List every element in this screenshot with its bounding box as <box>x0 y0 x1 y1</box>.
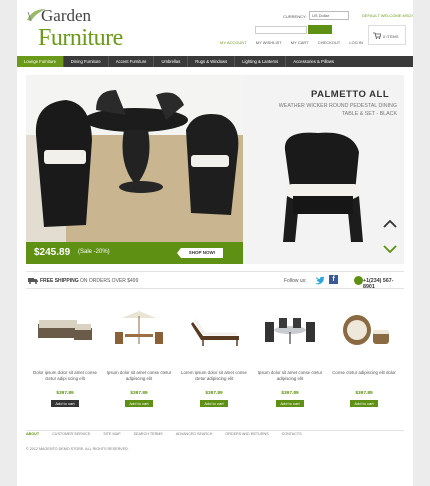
product-card: Conse ctetur adipiscing elit dolor $397.… <box>329 308 399 408</box>
top-link-checkout[interactable]: CHECKOUT <box>318 40 340 45</box>
footer-link-advanced-search[interactable]: ADVANCED SEARCH <box>176 432 213 436</box>
nav-item-lighting[interactable]: Lighting & Lanterns <box>235 56 287 67</box>
product-card: Lorem ipsum dolor sit amet conse ctetur … <box>179 308 249 408</box>
add-to-cart-button[interactable]: Add to cart <box>51 400 79 407</box>
footer-link-search-terms[interactable]: SEARCH TERMS <box>134 432 163 436</box>
hero-price: $245.89 <box>34 247 71 258</box>
nav-item-accessories[interactable]: Accessories & Pillows <box>286 56 341 67</box>
search-input[interactable] <box>255 26 307 34</box>
hero-sale-label: (Sale -20%) <box>78 249 110 255</box>
hero-subtitle: WEATHER WICKER ROUND PEDESTAL DINING TAB… <box>278 103 397 117</box>
product-description: Ipsum dolor sit amet conse ctetur adipis… <box>257 370 323 381</box>
nav-item-accent[interactable]: Accent Furniture <box>109 56 155 67</box>
add-to-cart-button[interactable]: Add to cart <box>276 400 304 407</box>
top-link-my-account[interactable]: MY ACCOUNT <box>220 40 247 45</box>
product-card: Ipsum dolor sit amet conse ctetur adipis… <box>255 308 325 408</box>
follow-us-label: Follow us: <box>284 278 307 284</box>
page: Garden Furniture CURRENCY: US Dollar DEF… <box>17 0 413 486</box>
info-bar: FREE SHIPPING ON ORDERS OVER $499 Follow… <box>26 271 404 290</box>
product-description: Dolor ipsum dolor sit amet conse ctetur … <box>33 370 97 381</box>
twitter-icon[interactable] <box>314 275 325 286</box>
top-link-cart[interactable]: MY CART <box>291 40 309 45</box>
add-to-cart-button[interactable]: Add to cart <box>125 400 153 407</box>
logo-line-2[interactable]: Furniture <box>38 25 123 52</box>
hero-price-band: $245.89 (Sale -20%) SHOP NOW! <box>26 242 243 264</box>
chevron-down-icon[interactable] <box>383 245 397 254</box>
cart-items-count: 0 ITEMS <box>383 34 399 39</box>
footer-link-orders-returns[interactable]: ORDERS AND RETURNS <box>225 432 268 436</box>
product-price: $397.89 <box>355 391 373 396</box>
footer-link-site-map[interactable]: SITE MAP <box>103 432 120 436</box>
add-to-cart-button[interactable]: Add to cart <box>350 400 378 407</box>
shop-now-button[interactable]: SHOP NOW! <box>177 248 223 258</box>
hero-dining-set-image <box>26 75 243 264</box>
footer-link-about[interactable]: ABOUT <box>26 432 39 436</box>
product-price: $397.89 <box>130 391 148 396</box>
currency-label: CURRENCY: <box>283 14 307 19</box>
product-description: Ipsum dolor sit amet conse ctetur adipis… <box>106 370 172 381</box>
product-image-patio-dining-set[interactable] <box>259 308 321 350</box>
welcome-message: DEFAULT WELCOME MSG! <box>362 13 413 18</box>
footer-links: ABOUT CUSTOMER SERVICE SITE MAP SEARCH T… <box>26 430 404 436</box>
add-to-cart-button[interactable]: Add to cart <box>200 400 228 407</box>
nav-item-dining[interactable]: Dining Furniture <box>64 56 109 67</box>
cart-icon <box>373 32 381 39</box>
free-shipping-label: FREE SHIPPING <box>40 278 79 284</box>
product-description: Lorem ipsum dolor sit amet conse ctetur … <box>181 370 247 381</box>
copyright-text: © 2012 MAGENTO DEMO STORE. ALL RIGHTS RE… <box>26 447 129 451</box>
footer-link-customer-service[interactable]: CUSTOMER SERVICE <box>52 432 90 436</box>
product-card: Dolor ipsum dolor sit amet conse ctetur … <box>30 308 100 408</box>
nav-item-umbrellas[interactable]: Umbrellas <box>154 56 189 67</box>
product-description: Conse ctetur adipiscing elit dolor <box>332 370 396 375</box>
hero-banner: PALMETTO ALL WEATHER WICKER ROUND PEDEST… <box>26 75 404 264</box>
chevron-up-icon[interactable] <box>383 219 397 228</box>
truck-icon <box>28 278 38 284</box>
product-card: Ipsum dolor sit amet conse ctetur adipis… <box>104 308 174 408</box>
product-image-umbrella-dining-set[interactable] <box>108 308 170 350</box>
free-shipping-detail: ON ORDERS OVER $499 <box>80 278 139 284</box>
product-image-sectional-sofa[interactable] <box>34 308 96 350</box>
footer-link-contacts[interactable]: CONTACTS <box>282 432 302 436</box>
product-price: $397.89 <box>205 391 223 396</box>
nav-item-lounge[interactable]: Lounge Furniture <box>17 56 64 67</box>
main-nav: Lounge Furniture Dining Furniture Accent… <box>17 56 413 67</box>
facebook-icon[interactable]: f <box>329 275 338 284</box>
product-image-wicker-pod-chair[interactable] <box>333 308 395 350</box>
phone-icon <box>354 276 363 285</box>
currency-select[interactable]: US Dollar <box>309 11 349 20</box>
top-links: MY ACCOUNT MY WISHLIST MY CART CHECKOUT … <box>220 40 371 45</box>
hero-title: PALMETTO ALL <box>311 89 390 100</box>
nav-item-rugs[interactable]: Rugs & Windows <box>188 56 236 67</box>
product-image-chaise-lounge[interactable] <box>183 308 245 350</box>
top-link-login[interactable]: LOG IN <box>349 40 363 45</box>
free-shipping-text: FREE SHIPPING ON ORDERS OVER $499 <box>40 278 138 284</box>
logo-line-1[interactable]: Garden <box>41 6 91 26</box>
phone-number: +1(234) 567-8901 <box>363 278 394 290</box>
hero-chair-image <box>283 132 363 242</box>
product-price: $397.89 <box>56 391 74 396</box>
top-link-wishlist[interactable]: MY WISHLIST <box>256 40 282 45</box>
product-price: $397.89 <box>281 391 299 396</box>
cart-widget[interactable]: 0 ITEMS <box>368 25 406 45</box>
search-button[interactable] <box>308 25 332 34</box>
